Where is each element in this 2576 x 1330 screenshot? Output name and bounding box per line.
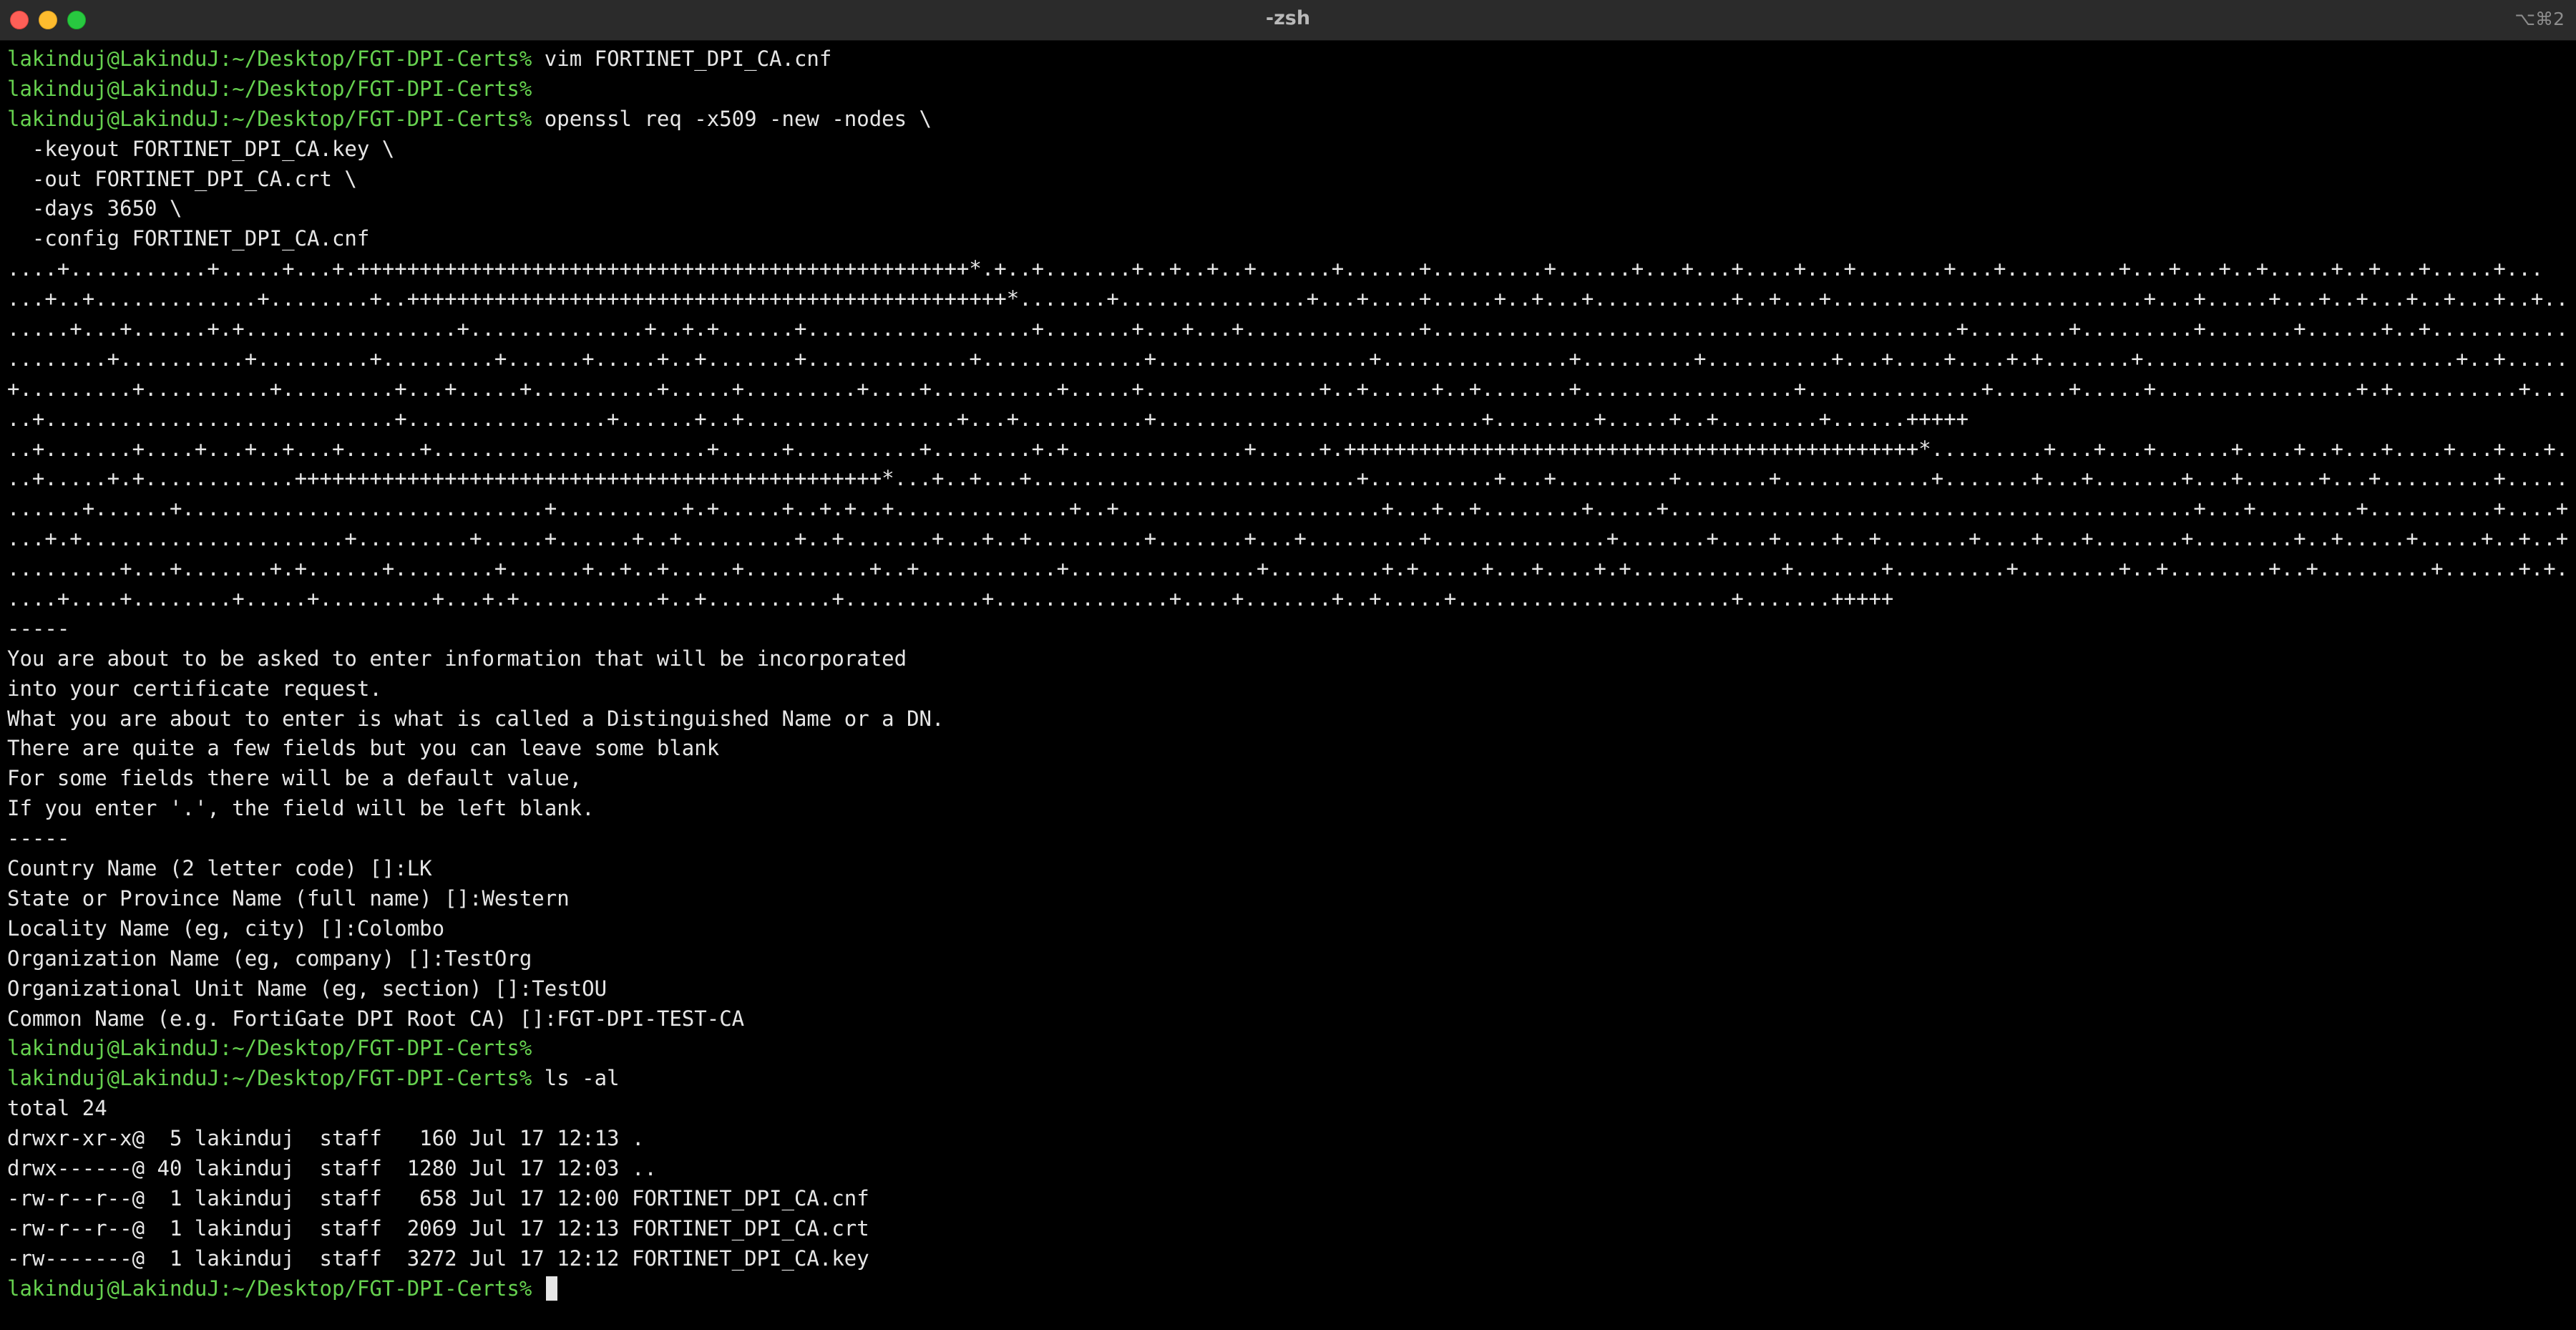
output-text: Organization Name (eg, company) []:TestO… bbox=[7, 946, 532, 971]
output-text: -rw-r--r--@ 1 lakinduj staff 2069 Jul 17… bbox=[7, 1215, 869, 1241]
terminal-line: ........+..........+.........+.........+… bbox=[7, 344, 2569, 374]
shell-prompt: lakinduj@LakinduJ:~/Desktop/FGT-DPI-Cert… bbox=[7, 106, 532, 131]
terminal-line: ..+.....+.+............+++++++++++++++++… bbox=[7, 464, 2569, 494]
terminal-line: You are about to be asked to enter infor… bbox=[7, 644, 2569, 674]
terminal-line: lakinduj@LakinduJ:~/Desktop/FGT-DPI-Cert… bbox=[7, 1034, 2569, 1064]
terminal-line: .........+...+.......+.+......+........+… bbox=[7, 554, 2569, 584]
output-text: ..+.....+.+............+++++++++++++++++… bbox=[7, 466, 2569, 491]
text-cursor bbox=[545, 1276, 557, 1301]
command-text: vim FORTINET_DPI_CA.cnf bbox=[532, 47, 832, 71]
output-text: What you are about to enter is what is c… bbox=[7, 706, 945, 731]
terminal-line: -config FORTINET_DPI_CA.cnf bbox=[7, 224, 2569, 254]
terminal-line: ....+...........+.....+...+.++++++++++++… bbox=[7, 254, 2569, 284]
terminal-line: total 24 bbox=[7, 1094, 2569, 1124]
terminal-line: ....+....+........+.....+.........+...+.… bbox=[7, 584, 2569, 614]
terminal-line: -keyout FORTINET_DPI_CA.key \ bbox=[7, 135, 2569, 165]
output-text: You are about to be asked to enter infor… bbox=[7, 646, 907, 671]
terminal-window: -zsh ⌥⌘2 lakinduj@LakinduJ:~/Desktop/FGT… bbox=[0, 0, 2576, 1330]
terminal-line: -rw-------@ 1 lakinduj staff 3272 Jul 17… bbox=[7, 1244, 2569, 1274]
terminal-line: What you are about to enter is what is c… bbox=[7, 704, 2569, 734]
terminal-line: Country Name (2 letter code) []:LK bbox=[7, 854, 2569, 884]
output-text: drwxr-xr-x@ 5 lakinduj staff 160 Jul 17 … bbox=[7, 1126, 645, 1151]
output-text: ..+............................+........… bbox=[7, 406, 1969, 431]
terminal-line: .....+...+......+.+.................+...… bbox=[7, 314, 2569, 344]
terminal-line: drwx------@ 40 lakinduj staff 1280 Jul 1… bbox=[7, 1154, 2569, 1184]
shell-prompt: lakinduj@LakinduJ:~/Desktop/FGT-DPI-Cert… bbox=[7, 1036, 532, 1061]
command-text: openssl req -x509 -new -nodes \ bbox=[532, 106, 932, 131]
window-shortcut: ⌥⌘2 bbox=[2514, 9, 2565, 29]
window-title: -zsh bbox=[1265, 7, 1311, 29]
terminal-line: ..+.......+....+...+..+...+......+......… bbox=[7, 435, 2569, 465]
output-text: .....+...+......+.+.................+...… bbox=[7, 316, 2569, 341]
terminal-line: lakinduj@LakinduJ:~/Desktop/FGT-DPI-Cert… bbox=[7, 1274, 2569, 1304]
terminal-line: ...+..+.............+........+..++++++++… bbox=[7, 284, 2569, 314]
command-text bbox=[532, 1276, 544, 1301]
title-bar[interactable]: -zsh ⌥⌘2 bbox=[0, 0, 2576, 41]
output-text: There are quite a few fields but you can… bbox=[7, 736, 720, 761]
shell-prompt: lakinduj@LakinduJ:~/Desktop/FGT-DPI-Cert… bbox=[7, 47, 532, 71]
output-text: drwx------@ 40 lakinduj staff 1280 Jul 1… bbox=[7, 1155, 657, 1180]
output-text: Organizational Unit Name (eg, section) [… bbox=[7, 976, 608, 1001]
output-text: +.........+..........+.........+...+....… bbox=[7, 376, 2569, 401]
terminal-line: -rw-r--r--@ 1 lakinduj staff 2069 Jul 17… bbox=[7, 1214, 2569, 1244]
terminal-line: ......+......+..........................… bbox=[7, 494, 2569, 524]
output-text: State or Province Name (full name) []:We… bbox=[7, 885, 570, 911]
terminal-line: Locality Name (eg, city) []:Colombo bbox=[7, 914, 2569, 944]
output-text: -days 3650 \ bbox=[7, 196, 182, 221]
output-text: -rw-r--r--@ 1 lakinduj staff 658 Jul 17 … bbox=[7, 1185, 869, 1210]
output-text: ......+......+..........................… bbox=[7, 496, 2569, 521]
terminal-line: -rw-r--r--@ 1 lakinduj staff 658 Jul 17 … bbox=[7, 1184, 2569, 1214]
output-text: ...+.+.....................+.........+..… bbox=[7, 526, 2569, 551]
output-text: ....+....+........+.....+.........+...+.… bbox=[7, 586, 1894, 611]
terminal-line: ..+............................+........… bbox=[7, 404, 2569, 435]
output-text: ...+..+.............+........+..++++++++… bbox=[7, 286, 2569, 311]
terminal-line: into your certificate request. bbox=[7, 674, 2569, 704]
shell-prompt: lakinduj@LakinduJ:~/Desktop/FGT-DPI-Cert… bbox=[7, 1276, 532, 1301]
terminal-line: If you enter '.', the field will be left… bbox=[7, 794, 2569, 824]
output-text: .........+...+.......+.+......+........+… bbox=[7, 556, 2569, 581]
output-text: -out FORTINET_DPI_CA.crt \ bbox=[7, 166, 357, 191]
output-text: Locality Name (eg, city) []:Colombo bbox=[7, 916, 445, 941]
output-text: ----- bbox=[7, 616, 70, 641]
terminal-output[interactable]: lakinduj@LakinduJ:~/Desktop/FGT-DPI-Cert… bbox=[7, 44, 2569, 1326]
terminal-line: drwxr-xr-x@ 5 lakinduj staff 160 Jul 17 … bbox=[7, 1124, 2569, 1154]
output-text: Country Name (2 letter code) []:LK bbox=[7, 856, 432, 881]
terminal-line: lakinduj@LakinduJ:~/Desktop/FGT-DPI-Cert… bbox=[7, 105, 2569, 135]
terminal-line: Common Name (e.g. FortiGate DPI Root CA)… bbox=[7, 1004, 2569, 1034]
shell-prompt: lakinduj@LakinduJ:~/Desktop/FGT-DPI-Cert… bbox=[7, 76, 532, 101]
terminal-line: lakinduj@LakinduJ:~/Desktop/FGT-DPI-Cert… bbox=[7, 74, 2569, 105]
output-text: ..+.......+....+...+..+...+......+......… bbox=[7, 436, 2569, 461]
terminal-line: -days 3650 \ bbox=[7, 194, 2569, 224]
output-text: total 24 bbox=[7, 1096, 107, 1121]
terminal-line: +.........+..........+.........+...+....… bbox=[7, 374, 2569, 404]
terminal-line: -out FORTINET_DPI_CA.crt \ bbox=[7, 165, 2569, 195]
output-text: -rw-------@ 1 lakinduj staff 3272 Jul 17… bbox=[7, 1246, 869, 1271]
shell-prompt: lakinduj@LakinduJ:~/Desktop/FGT-DPI-Cert… bbox=[7, 1066, 532, 1091]
terminal-line: ...+.+.....................+.........+..… bbox=[7, 524, 2569, 554]
output-text: Common Name (e.g. FortiGate DPI Root CA)… bbox=[7, 1006, 745, 1031]
output-text: ----- bbox=[7, 826, 70, 851]
output-text: into your certificate request. bbox=[7, 676, 382, 701]
terminal-line: lakinduj@LakinduJ:~/Desktop/FGT-DPI-Cert… bbox=[7, 44, 2569, 74]
terminal-line: For some fields there will be a default … bbox=[7, 764, 2569, 794]
terminal-line: lakinduj@LakinduJ:~/Desktop/FGT-DPI-Cert… bbox=[7, 1064, 2569, 1094]
output-text: ....+...........+.....+...+.++++++++++++… bbox=[7, 256, 2544, 281]
terminal-line: Organization Name (eg, company) []:TestO… bbox=[7, 944, 2569, 974]
output-text: For some fields there will be a default … bbox=[7, 766, 582, 791]
terminal-line: Organizational Unit Name (eg, section) [… bbox=[7, 974, 2569, 1004]
terminal-line: ----- bbox=[7, 824, 2569, 854]
output-text: If you enter '.', the field will be left… bbox=[7, 796, 595, 821]
terminal-line: State or Province Name (full name) []:We… bbox=[7, 884, 2569, 914]
output-text: -keyout FORTINET_DPI_CA.key \ bbox=[7, 136, 395, 161]
terminal-line: ----- bbox=[7, 614, 2569, 644]
command-text: ls -al bbox=[532, 1066, 620, 1091]
output-text: ........+..........+.........+.........+… bbox=[7, 346, 2569, 371]
terminal-line: There are quite a few fields but you can… bbox=[7, 734, 2569, 764]
output-text: -config FORTINET_DPI_CA.cnf bbox=[7, 226, 370, 251]
